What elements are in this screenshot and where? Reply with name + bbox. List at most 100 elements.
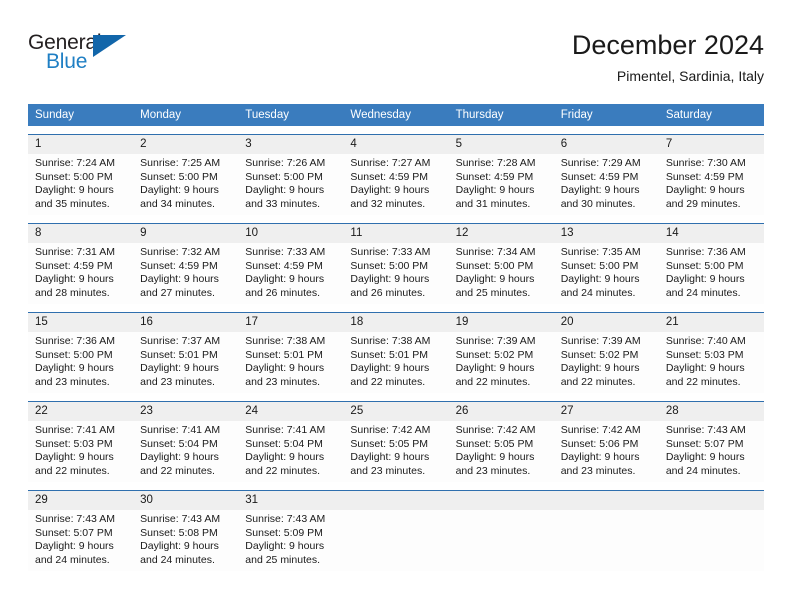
day-number[interactable]: 8 <box>28 224 133 243</box>
day-number[interactable]: 18 <box>343 313 448 332</box>
sunrise-text: Sunrise: 7:33 AM <box>350 246 431 258</box>
daylight-text-line1: Daylight: 9 hours <box>35 273 114 286</box>
day-number[interactable]: 1 <box>28 135 133 154</box>
sunset-text: Sunset: 5:01 PM <box>245 348 323 361</box>
daylight-text-line2: and 23 minutes. <box>245 375 320 388</box>
daylight-text-line1: Daylight: 9 hours <box>665 451 745 464</box>
day-cell: Sunrise: 7:41 AM Sunset: 5:04 PM Dayligh… <box>133 421 238 482</box>
sunset-text: Sunset: 5:00 PM <box>35 348 113 361</box>
weekday-header-thursday: Thursday <box>455 109 504 121</box>
day-cell-empty <box>659 510 764 571</box>
sunrise-text: Sunrise: 7:38 AM <box>245 335 326 347</box>
day-number[interactable]: 10 <box>238 224 343 243</box>
daylight-text-line2: and 22 minutes. <box>140 464 215 477</box>
day-cell: Sunrise: 7:41 AM Sunset: 5:04 PM Dayligh… <box>238 421 343 482</box>
daylight-text-line1: Daylight: 9 hours <box>455 362 535 375</box>
sunset-text: Sunset: 4:59 PM <box>245 259 323 272</box>
day-cell: Sunrise: 7:26 AM Sunset: 5:00 PM Dayligh… <box>238 154 343 215</box>
sunset-text: Sunset: 5:03 PM <box>665 348 744 361</box>
day-number[interactable]: 2 <box>133 135 238 154</box>
logo-text-blue: Blue <box>46 50 88 73</box>
calendar-week-row: 15 16 17 18 19 20 21 Sunrise: 7:36 AM Su… <box>28 312 764 393</box>
day-number-empty <box>449 491 554 510</box>
week-detail-row: Sunrise: 7:31 AM Sunset: 4:59 PM Dayligh… <box>28 243 764 304</box>
day-cell: Sunrise: 7:38 AM Sunset: 5:01 PM Dayligh… <box>343 332 448 393</box>
day-number[interactable]: 16 <box>133 313 238 332</box>
sunset-text: Sunset: 5:00 PM <box>560 259 639 272</box>
day-number[interactable]: 11 <box>343 224 448 243</box>
day-number[interactable]: 7 <box>659 135 764 154</box>
sunset-text: Sunset: 5:00 PM <box>35 170 113 183</box>
day-number[interactable]: 29 <box>28 491 133 510</box>
day-number[interactable]: 30 <box>133 491 238 510</box>
sunrise-text: Sunrise: 7:36 AM <box>35 335 115 347</box>
calendar-week-row: 8 9 10 11 12 13 14 Sunrise: 7:31 AM Suns… <box>28 223 764 304</box>
day-number[interactable]: 15 <box>28 313 133 332</box>
day-cell: Sunrise: 7:41 AM Sunset: 5:03 PM Dayligh… <box>28 421 133 482</box>
daylight-text-line2: and 22 minutes. <box>35 464 110 477</box>
day-number[interactable]: 20 <box>554 313 659 332</box>
day-number[interactable]: 23 <box>133 402 238 421</box>
day-number[interactable]: 4 <box>343 135 448 154</box>
daylight-text-line2: and 24 minutes. <box>560 286 636 299</box>
daylight-text-line1: Daylight: 9 hours <box>350 451 430 464</box>
day-cell: Sunrise: 7:33 AM Sunset: 4:59 PM Dayligh… <box>238 243 343 304</box>
sunrise-text: Sunrise: 7:37 AM <box>140 335 221 347</box>
sunrise-text: Sunrise: 7:32 AM <box>140 246 221 258</box>
daylight-text-line2: and 34 minutes. <box>140 197 215 210</box>
day-cell: Sunrise: 7:28 AM Sunset: 4:59 PM Dayligh… <box>449 154 554 215</box>
day-number[interactable]: 9 <box>133 224 238 243</box>
day-number[interactable]: 27 <box>554 402 659 421</box>
sunset-text: Sunset: 5:07 PM <box>35 526 113 539</box>
day-cell: Sunrise: 7:38 AM Sunset: 5:01 PM Dayligh… <box>238 332 343 393</box>
calendar-week-row: 22 23 24 25 26 27 28 Sunrise: 7:41 AM Su… <box>28 401 764 482</box>
week-daynumber-row: 8 9 10 11 12 13 14 <box>28 224 764 243</box>
sunset-text: Sunset: 4:59 PM <box>665 170 744 183</box>
sunset-text: Sunset: 5:02 PM <box>560 348 639 361</box>
daylight-text-line1: Daylight: 9 hours <box>140 451 219 464</box>
sunrise-text: Sunrise: 7:43 AM <box>665 424 746 436</box>
day-number[interactable]: 19 <box>449 313 554 332</box>
weekday-header-wednesday: Wednesday <box>350 109 411 121</box>
daylight-text-line1: Daylight: 9 hours <box>560 184 640 197</box>
day-number[interactable]: 3 <box>238 135 343 154</box>
day-number[interactable]: 14 <box>659 224 764 243</box>
week-detail-row: Sunrise: 7:36 AM Sunset: 5:00 PM Dayligh… <box>28 332 764 393</box>
daylight-text-line2: and 24 minutes. <box>665 286 741 299</box>
page-title: December 2024 <box>571 30 764 60</box>
title-block: December 2024 Pimentel, Sardinia, Italy <box>572 28 764 86</box>
day-cell: Sunrise: 7:24 AM Sunset: 5:00 PM Dayligh… <box>28 154 133 215</box>
sunset-text: Sunset: 5:01 PM <box>140 348 218 361</box>
day-number[interactable]: 25 <box>343 402 448 421</box>
day-number[interactable]: 21 <box>659 313 764 332</box>
daylight-text-line2: and 23 minutes. <box>560 464 636 477</box>
day-cell-empty <box>554 510 659 571</box>
day-number-empty <box>554 491 659 510</box>
daylight-text-line2: and 22 minutes. <box>350 375 426 388</box>
day-number[interactable]: 28 <box>659 402 764 421</box>
day-number[interactable]: 24 <box>238 402 343 421</box>
sunset-text: Sunset: 4:59 PM <box>350 170 429 183</box>
week-daynumber-row: 1 2 3 4 5 6 7 <box>28 135 764 154</box>
day-number[interactable]: 31 <box>238 491 343 510</box>
day-number[interactable]: 12 <box>449 224 554 243</box>
daylight-text-line1: Daylight: 9 hours <box>245 273 325 286</box>
day-number[interactable]: 5 <box>449 135 554 154</box>
day-number[interactable]: 13 <box>554 224 659 243</box>
sunrise-text: Sunrise: 7:40 AM <box>665 335 746 347</box>
daylight-text-line1: Daylight: 9 hours <box>245 540 325 553</box>
daylight-text-line1: Daylight: 9 hours <box>350 184 430 197</box>
day-number[interactable]: 26 <box>449 402 554 421</box>
day-cell: Sunrise: 7:35 AM Sunset: 5:00 PM Dayligh… <box>554 243 659 304</box>
daylight-text-line2: and 23 minutes. <box>140 375 215 388</box>
day-number[interactable]: 6 <box>554 135 659 154</box>
sunset-text: Sunset: 5:00 PM <box>455 259 534 272</box>
daylight-text-line2: and 22 minutes. <box>455 375 531 388</box>
day-number[interactable]: 17 <box>238 313 343 332</box>
general-blue-logo: General Blue <box>28 32 148 84</box>
day-cell: Sunrise: 7:29 AM Sunset: 4:59 PM Dayligh… <box>554 154 659 215</box>
day-number[interactable]: 22 <box>28 402 133 421</box>
sunrise-text: Sunrise: 7:28 AM <box>455 157 536 169</box>
sunset-text: Sunset: 5:08 PM <box>140 526 218 539</box>
week-daynumber-row: 15 16 17 18 19 20 21 <box>28 313 764 332</box>
